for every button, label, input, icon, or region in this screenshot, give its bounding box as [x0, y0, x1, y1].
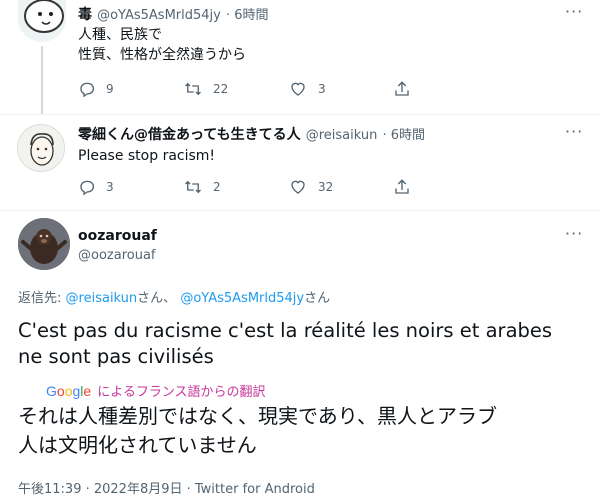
more-icon[interactable]: ···	[565, 122, 583, 141]
tweet-text: C'est pas du racisme c'est la réalité le…	[18, 318, 552, 370]
reply-to-label: 返信先:	[18, 291, 62, 306]
avatar-main[interactable]	[18, 218, 70, 270]
reply-icon	[78, 80, 96, 98]
avatar-tweet1[interactable]	[18, 0, 66, 42]
like-count: 32	[318, 180, 334, 194]
tweet2-actions: 3 2 32	[78, 178, 498, 196]
tweet-text-line: 人種、民族で	[78, 27, 162, 43]
tweet-time[interactable]: 6時間	[391, 128, 425, 143]
tweet-timestamp[interactable]: 午後11:39 · 2022年8月9日 · Twitter for Androi…	[18, 478, 315, 497]
thread-line-1	[41, 46, 43, 114]
translated-text: それは人種差別ではなく、現実であり、黒人とアラブ 人は文明化されていません	[18, 402, 497, 460]
tweet-text-line: C'est pas du racisme c'est la réalité le…	[18, 319, 553, 342]
tweet2-header: 零細くん@借金あっても生きてる人 @reisaikun · 6時間	[78, 127, 425, 143]
reply-count: 3	[106, 180, 114, 194]
tweet1-actions: 9 22 3	[78, 80, 498, 98]
tweet-text-line: 性質、性格が全然違うから	[78, 47, 246, 63]
reply-icon	[78, 178, 96, 196]
retweet-icon	[183, 178, 203, 196]
more-icon[interactable]: ···	[565, 2, 583, 21]
like-button[interactable]: 32	[288, 178, 393, 196]
translated-text-line: それは人種差別ではなく、現実であり、黒人とアラブ	[18, 404, 497, 428]
tweet2-text: Please stop racism!	[78, 148, 216, 164]
user-handle[interactable]: @oozarouaf	[78, 248, 156, 263]
share-button[interactable]	[393, 178, 498, 196]
display-name[interactable]: 毒	[78, 7, 92, 23]
user-handle[interactable]: @oYAs5AsMrld54jy	[97, 8, 221, 23]
share-icon	[393, 80, 411, 98]
share-icon	[393, 178, 411, 196]
divider	[0, 114, 600, 115]
reply-button[interactable]: 3	[78, 178, 183, 196]
reply-button[interactable]: 9	[78, 80, 183, 98]
mention-link[interactable]: @reisaikun	[66, 291, 138, 306]
retweet-button[interactable]: 22	[183, 80, 288, 98]
translation-attribution[interactable]: Google によるフランス語からの翻訳	[46, 381, 266, 401]
avatar-tweet2[interactable]	[17, 124, 65, 172]
tweet1-header: 毒 @oYAs5AsMrld54jy · 6時間	[78, 7, 269, 23]
like-icon	[288, 178, 308, 196]
tweet1-text: 人種、民族で 性質、性格が全然違うから	[78, 25, 246, 65]
reply-to: 返信先: @reisaikunさん、 @oYAs5AsMrld54jyさん	[18, 287, 330, 306]
google-logo: Google	[46, 382, 92, 399]
mention-link[interactable]: @oYAs5AsMrld54jy	[180, 291, 304, 306]
user-handle[interactable]: @reisaikun	[306, 128, 378, 143]
retweet-count: 22	[213, 82, 229, 96]
more-icon[interactable]: ···	[565, 224, 583, 243]
reply-count: 9	[106, 82, 114, 96]
like-button[interactable]: 3	[288, 80, 393, 98]
retweet-count: 2	[213, 180, 221, 194]
reply-to-honorific: さん、	[137, 291, 177, 306]
tweet-text-line: ne sont pas civilisés	[18, 345, 214, 368]
reply-to-honorific: さん	[304, 291, 331, 306]
tweet-time[interactable]: 6時間	[234, 8, 268, 23]
like-icon	[288, 80, 308, 98]
divider	[0, 210, 600, 211]
like-count: 3	[318, 82, 326, 96]
translation-source-label: によるフランス語からの翻訳	[97, 385, 266, 400]
display-name[interactable]: oozarouaf	[78, 228, 157, 244]
share-button[interactable]	[393, 80, 498, 98]
retweet-icon	[183, 80, 203, 98]
translated-text-line: 人は文明化されていません	[18, 433, 257, 457]
retweet-button[interactable]: 2	[183, 178, 288, 196]
display-name[interactable]: 零細くん@借金あっても生きてる人	[78, 127, 301, 143]
